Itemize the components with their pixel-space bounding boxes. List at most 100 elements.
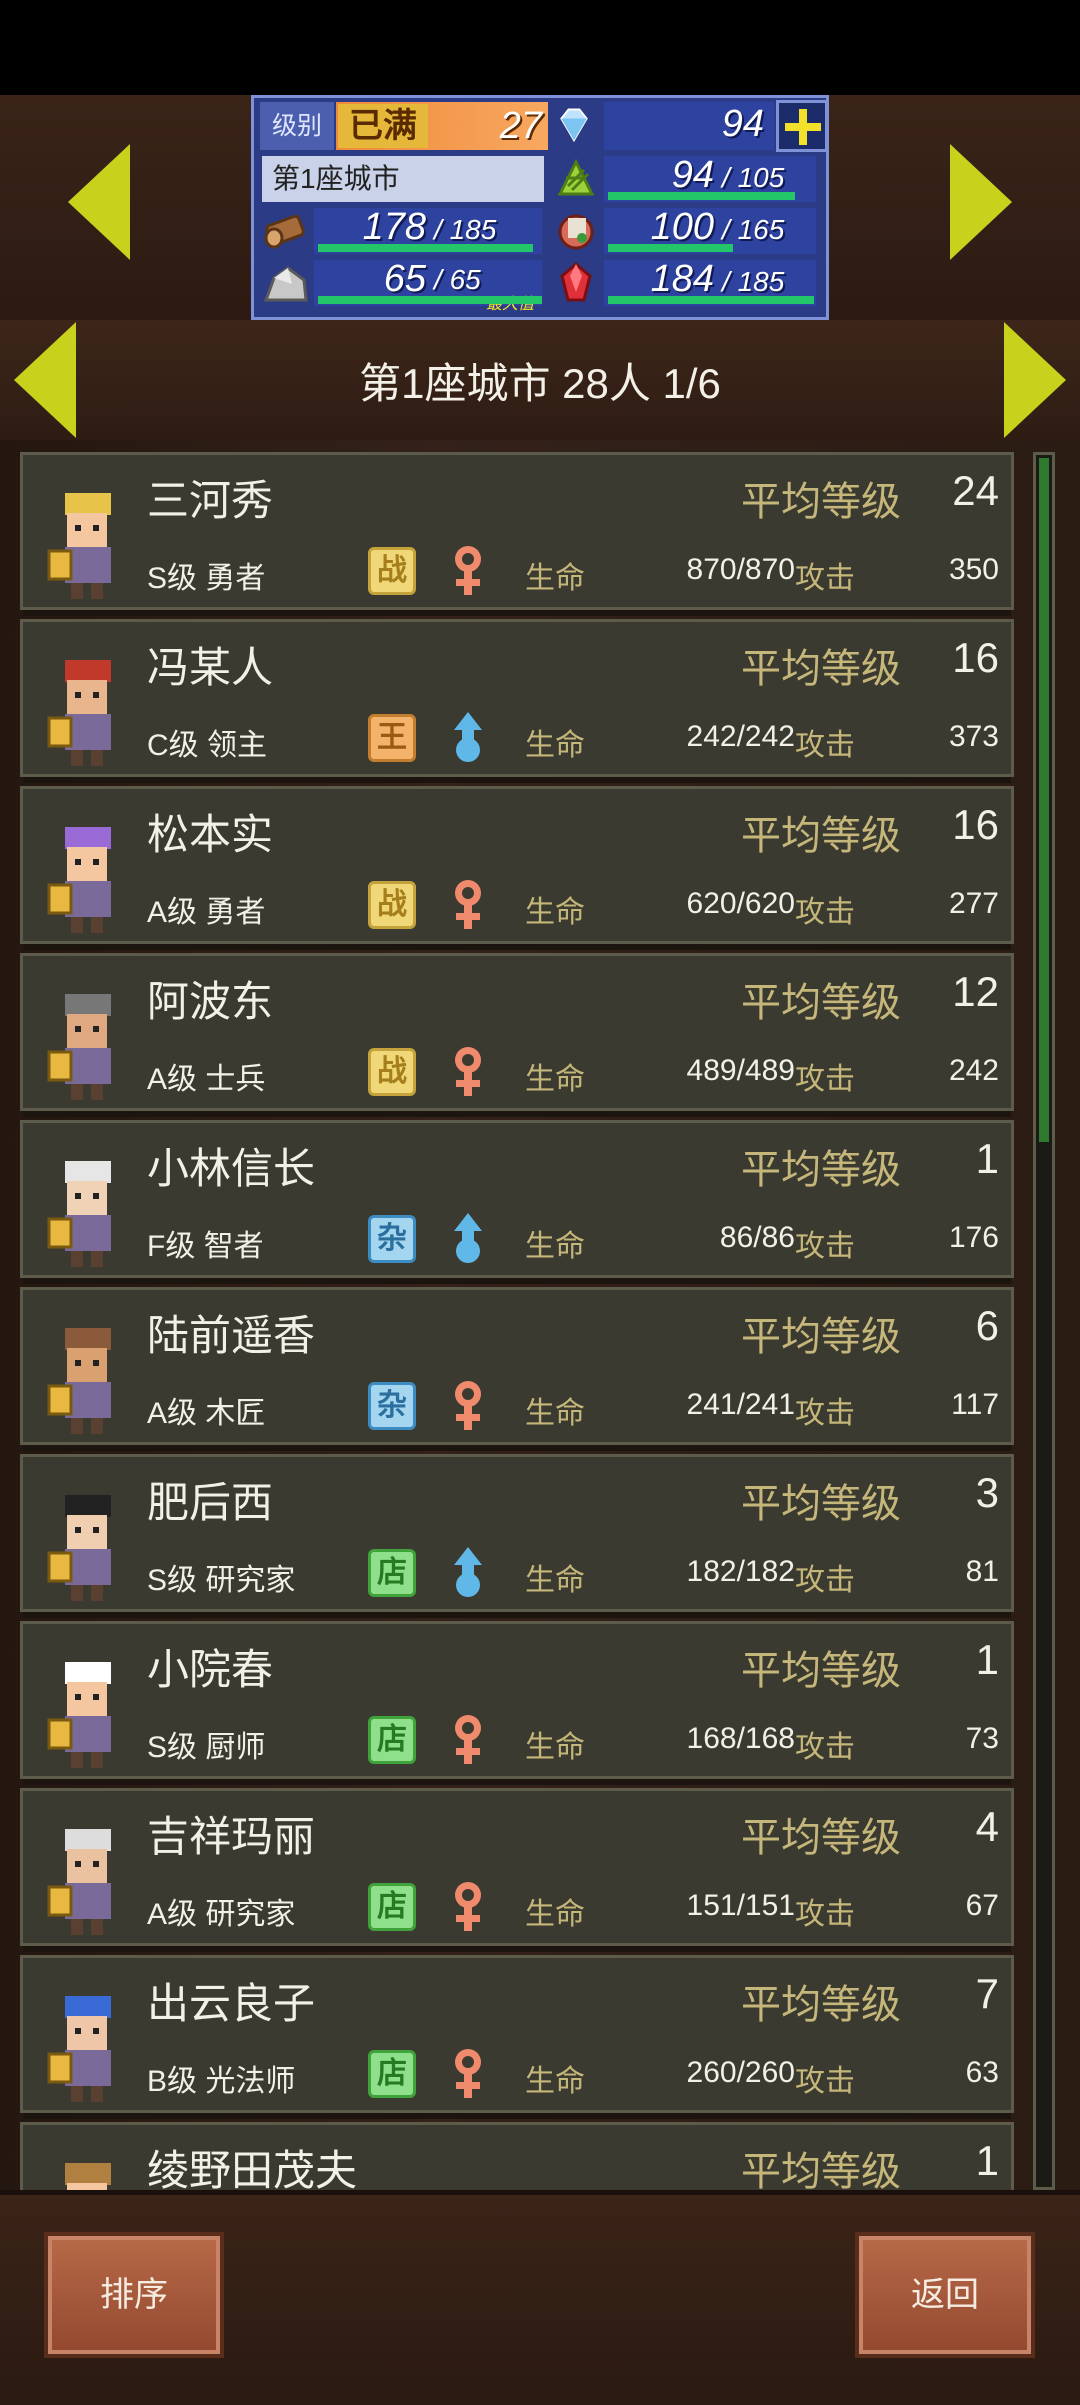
member-rank: S级 厨师 xyxy=(147,1731,266,1764)
attack-label: 攻击 xyxy=(795,1063,855,1096)
member-row[interactable]: 松本实 平均等级 16 A级 勇者 战 生命 620/620 攻击 277 xyxy=(20,786,1014,950)
attack-value: 350 xyxy=(948,553,999,586)
member-row[interactable]: 肥后西 平均等级 3 S级 研究家 店 生命 182/182 攻击 81 xyxy=(20,1454,1014,1618)
character-avatar-icon xyxy=(47,1996,111,2102)
character-avatar-icon xyxy=(47,1662,111,1768)
member-rank: C级 领主 xyxy=(147,729,267,762)
member-row[interactable]: 小林信长 平均等级 1 F级 智者 杂 生命 86/86 攻击 176 xyxy=(20,1120,1014,1284)
member-list[interactable]: 三河秀 平均等级 24 S级 勇者战生命 870/870 攻击 350 冯某人 平均等级 16 C级… xyxy=(20,452,1014,2190)
member-row[interactable]: 吉祥玛丽 平均等级 4 A级 研究家 店 生命 151/151 攻击 67 xyxy=(20,1788,1014,1952)
avg-level-label: 平均等级 xyxy=(741,1816,901,1860)
hp-value: 620/620 xyxy=(686,887,795,920)
avg-level-label: 平均等级 xyxy=(741,1649,901,1693)
male-icon xyxy=(454,1213,482,1263)
female-icon xyxy=(455,1882,481,1931)
stone-progress xyxy=(318,296,542,304)
ruby-progress xyxy=(608,296,814,304)
male-icon xyxy=(454,1547,482,1597)
meat-progress xyxy=(608,244,733,252)
status-bar xyxy=(0,0,1080,95)
level-max-tag: 已满 xyxy=(338,104,428,148)
member-rank: F级 智者 xyxy=(147,1230,264,1263)
hp-label: 生命 xyxy=(525,729,585,762)
attack-label: 攻击 xyxy=(795,1397,855,1430)
hp-value: 241/241 xyxy=(686,1388,795,1421)
member-rank: B级 光法师 xyxy=(147,2065,296,2098)
hp-value: 182/182 xyxy=(686,1555,795,1588)
hp-value: 168/168 xyxy=(686,1722,795,1755)
wood-log-icon xyxy=(264,214,305,249)
member-row[interactable]: 三河秀 平均等级 24 S级 勇者 战 生命 870/870 攻击 350 xyxy=(20,452,1014,616)
stone-icon xyxy=(263,266,308,302)
avg-level-value: 4 xyxy=(975,1803,999,1850)
hp-label: 生命 xyxy=(525,1898,585,1931)
avg-level-label: 平均等级 xyxy=(741,1983,901,2027)
member-name: 肥后西 xyxy=(147,1479,274,1526)
female-icon xyxy=(455,1715,481,1764)
character-avatar-icon xyxy=(47,1829,111,1935)
food-progress xyxy=(608,192,795,200)
hp-value: 870/870 xyxy=(686,553,795,586)
member-name: 三河秀 xyxy=(147,477,274,524)
meat-icon xyxy=(558,214,594,250)
member-name: 绫野田茂夫 xyxy=(147,2147,358,2190)
female-icon xyxy=(455,1381,481,1430)
member-row[interactable]: 出云良子 平均等级 7 B级 光法师 店 生命 260/260 攻击 63 xyxy=(20,1955,1014,2119)
wood-max-value: 185 xyxy=(449,214,497,245)
next-page-arrow-icon[interactable] xyxy=(1004,322,1066,438)
member-row[interactable]: 小院春 平均等级 1 S级 厨师 店 生命 168/168 攻击 73 xyxy=(20,1621,1014,1785)
back-button[interactable]: 返回 xyxy=(855,2232,1035,2358)
member-row[interactable]: 绫野田茂夫 平均等级 1 xyxy=(20,2122,1014,2190)
member-name: 小院春 xyxy=(147,1646,274,1693)
level-value: 27 xyxy=(499,105,542,147)
resource-panel: 级别 已满 27 94 第1座城市 94 / 105 178 / 185 100… xyxy=(251,95,829,320)
member-rank: S级 研究家 xyxy=(147,1564,296,1597)
job-badge-icon: 战 xyxy=(368,547,416,595)
character-avatar-icon xyxy=(47,1161,111,1267)
gems-value: 94 xyxy=(721,103,764,145)
avg-level-value: 24 xyxy=(952,467,999,514)
grain-icon xyxy=(557,158,595,196)
next-city-arrow-icon[interactable] xyxy=(950,144,1012,260)
female-icon xyxy=(455,880,481,929)
attack-value: 81 xyxy=(965,1555,999,1588)
hp-value: 260/260 xyxy=(686,2056,795,2089)
member-rank: A级 士兵 xyxy=(147,1063,266,1096)
member-row[interactable]: 阿波东 平均等级 12 A级 士兵 战 生命 489/489 攻击 242 xyxy=(20,953,1014,1117)
member-rank: A级 研究家 xyxy=(147,1898,296,1931)
job-badge-icon: 战 xyxy=(368,881,416,929)
member-row[interactable]: 陆前遥香 平均等级 6 A级 木匠 杂 生命 241/241 攻击 117 xyxy=(20,1287,1014,1451)
hp-label: 生命 xyxy=(525,562,585,595)
scrollbar-thumb[interactable] xyxy=(1039,458,1049,1142)
job-badge-icon: 杂 xyxy=(368,1215,416,1263)
female-icon xyxy=(455,1047,481,1096)
meat-max: / 165 xyxy=(722,214,785,245)
avg-level-label: 平均等级 xyxy=(741,647,901,691)
job-badge-icon: 店 xyxy=(368,1883,416,1931)
attack-label: 攻击 xyxy=(795,729,855,762)
avg-level-label: 平均等级 xyxy=(741,1148,901,1192)
member-name: 阿波东 xyxy=(147,978,274,1025)
character-avatar-icon xyxy=(47,1328,111,1434)
prev-city-arrow-icon[interactable] xyxy=(68,144,130,260)
avg-level-label: 平均等级 xyxy=(741,814,901,858)
attack-value: 73 xyxy=(965,1722,999,1755)
member-rank: S级 勇者 xyxy=(147,562,266,595)
job-badge-icon: 店 xyxy=(368,1716,416,1764)
avg-level-value: 1 xyxy=(975,1636,999,1683)
hp-label: 生命 xyxy=(525,1564,585,1597)
member-row[interactable]: 冯某人 平均等级 16 C级 领主 王 生命 242/242 攻击 373 xyxy=(20,619,1014,783)
avg-level-label: 平均等级 xyxy=(741,981,901,1025)
ruby-max: / 185 xyxy=(722,266,785,297)
level-label: 级别 xyxy=(260,102,334,150)
attack-label: 攻击 xyxy=(795,896,855,929)
add-gems-button[interactable] xyxy=(776,100,828,152)
sort-button[interactable]: 排序 xyxy=(44,2232,224,2358)
avg-level-value: 7 xyxy=(975,1970,999,2017)
stone-max: / 65 xyxy=(434,264,481,295)
avg-level-value: 6 xyxy=(975,1302,999,1349)
attack-value: 67 xyxy=(965,1889,999,1922)
member-name: 出云良子 xyxy=(147,1980,316,2027)
female-icon xyxy=(455,546,481,595)
food-max-value: 105 xyxy=(737,162,785,193)
